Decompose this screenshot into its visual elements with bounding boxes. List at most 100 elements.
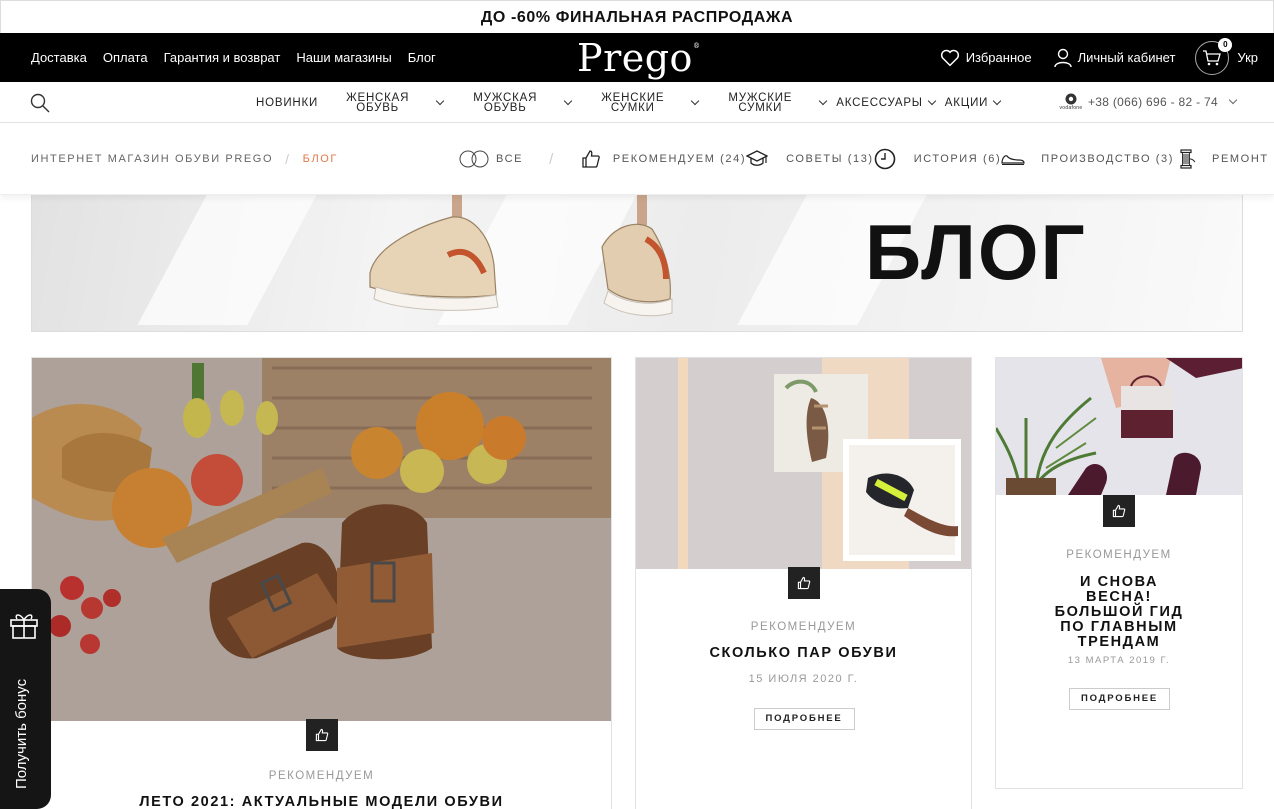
filter-separator: / bbox=[549, 150, 555, 168]
post-category[interactable]: РЕКОМЕНДУЕМ bbox=[32, 770, 611, 782]
nav-new[interactable]: НОВИНКИ bbox=[256, 97, 318, 109]
thread-spool-icon bbox=[1180, 149, 1196, 169]
like-button[interactable] bbox=[1103, 495, 1135, 527]
thumbs-up-icon bbox=[582, 150, 600, 168]
main-nav: НОВИНКИ ЖЕНСКАЯ ОБУВЬ МУЖСКАЯ ОБУВЬ ЖЕНСКИ… bbox=[0, 82, 1274, 123]
heart-icon bbox=[940, 49, 959, 66]
category-menu: НОВИНКИ ЖЕНСКАЯ ОБУВЬ МУЖСКАЯ ОБУВЬ ЖЕНСКИ… bbox=[256, 82, 1002, 123]
breadcrumb-home[interactable]: ИНТЕРНЕТ МАГАЗИН ОБУВИ PREGO bbox=[31, 153, 273, 165]
favorites-link[interactable]: Избранное bbox=[940, 49, 1032, 67]
nav-men-shoes[interactable]: МУЖСКАЯ ОБУВЬ bbox=[473, 92, 573, 114]
sandals-collage-image bbox=[636, 358, 971, 569]
filter-recommended[interactable]: РЕКОМЕНДУЕМ (24) bbox=[581, 149, 769, 169]
blog-subnav: ИНТЕРНЕТ МАГАЗИН ОБУВИ PREGO / БЛОГ ВСЕ … bbox=[0, 123, 1274, 195]
filter-history-label: ИСТОРИЯ (6) bbox=[913, 153, 1002, 165]
link-payment[interactable]: Оплата bbox=[103, 50, 148, 65]
post-category[interactable]: РЕКОМЕНДУЕМ bbox=[996, 549, 1242, 561]
blog-hero-banner: БЛОГ bbox=[31, 195, 1243, 332]
nav-accessories[interactable]: АКСЕССУАРЫ bbox=[836, 96, 937, 109]
label-line: СУМКИ bbox=[738, 101, 783, 114]
label-line: ОБУВЬ bbox=[483, 101, 527, 114]
filter-tips[interactable]: СОВЕТЫ (13) bbox=[786, 148, 896, 170]
vodafone-logo: vodafone bbox=[1058, 93, 1084, 111]
filter-all[interactable]: ВСЕ bbox=[458, 149, 523, 169]
bonus-tab[interactable]: Получить бонус bbox=[0, 589, 51, 809]
shoe-icon bbox=[1001, 155, 1025, 165]
user-icon bbox=[1053, 48, 1072, 67]
nav-men-shoes-label: МУЖСКАЯ ОБУВЬ bbox=[473, 92, 537, 114]
post-title-line: И СНОВА bbox=[1079, 574, 1159, 590]
account-label: Личный кабинет bbox=[1077, 50, 1176, 65]
operator-label: vodafone bbox=[1059, 105, 1083, 111]
post-title[interactable]: СКОЛЬКО ПАР ОБУВИ bbox=[636, 646, 971, 661]
phone-number: +38 (066) 696 - 82 - 74 bbox=[1088, 95, 1218, 109]
post-title-line: БОЛЬШОЙ ГИД bbox=[1054, 604, 1184, 620]
promo-banner[interactable]: ДО -60% ФИНАЛЬНАЯ РАСПРОДАЖА bbox=[0, 0, 1274, 33]
filter-repair[interactable]: РЕМОНТ bbox=[1212, 153, 1269, 165]
sneakers-image bbox=[369, 195, 673, 317]
logo-text: Prego bbox=[577, 36, 693, 80]
filter-all-label: ВСЕ bbox=[496, 153, 524, 165]
blog-card[interactable]: РЕКОМЕНДУЕМ СКОЛЬКО ПАР ОБУВИ 15 ИЮЛЯ 20… bbox=[635, 357, 972, 809]
breadcrumb-current: БЛОГ bbox=[302, 153, 338, 165]
nav-accessories-label: АКСЕССУАРЫ bbox=[836, 96, 923, 109]
clock-icon bbox=[874, 148, 896, 170]
filter-production-label: ПРОИЗВОДСТВО (3) bbox=[1041, 153, 1175, 165]
bonus-label: Получить бонус bbox=[13, 678, 30, 789]
top-right: Избранное Личный кабинет 0 Укр bbox=[918, 33, 1258, 82]
link-warranty[interactable]: Гарантия и возврат bbox=[164, 50, 281, 65]
favorites-label: Избранное bbox=[965, 50, 1032, 65]
filter-recommended-label: РЕКОМЕНДУЕМ (24) bbox=[612, 153, 747, 165]
nav-women-bags[interactable]: ЖЕНСКИЕ СУМКИ bbox=[601, 92, 700, 114]
read-more-button[interactable]: ПОДРОБНЕЕ bbox=[753, 708, 855, 730]
nav-women-shoes[interactable]: ЖЕНСКАЯ ОБУВЬ bbox=[346, 92, 445, 114]
filter-production[interactable]: ПРОИЗВОДСТВО (3) bbox=[1041, 148, 1196, 170]
post-image[interactable] bbox=[996, 358, 1242, 495]
post-category[interactable]: РЕКОМЕНДУЕМ bbox=[636, 621, 971, 633]
chevron-down-icon bbox=[992, 96, 1002, 105]
cart-icon bbox=[1203, 49, 1222, 65]
cart-button[interactable]: 0 bbox=[1195, 37, 1233, 75]
post-title[interactable]: ЛЕТО 2021: АКТУАЛЬНЫЕ МОДЕЛИ ОБУВИ bbox=[32, 795, 611, 809]
thumbs-up-icon bbox=[315, 728, 328, 742]
thumbs-up-icon bbox=[1112, 504, 1126, 518]
read-more-button[interactable]: ПОДРОБНЕЕ bbox=[1069, 688, 1170, 710]
post-title-line: ТРЕНДАМ bbox=[1077, 634, 1161, 650]
post-date: 13 МАРТА 2019 Г. bbox=[1067, 655, 1171, 666]
vodafone-icon bbox=[1065, 93, 1077, 105]
post-date: 15 ИЮЛЯ 2020 Г. bbox=[748, 673, 859, 685]
breadcrumb-separator: / bbox=[285, 151, 291, 167]
logo[interactable]: Prego® bbox=[577, 36, 700, 80]
nav-sales[interactable]: АКЦИИ bbox=[944, 96, 1002, 109]
label-line: СУМКИ bbox=[610, 101, 655, 114]
link-blog[interactable]: Блог bbox=[408, 50, 436, 65]
chevron-down-icon bbox=[691, 96, 700, 105]
blog-filters: ВСЕ / РЕКОМЕНДУЕМ (24) СОВЕТЫ (13) ИСТОР… bbox=[458, 123, 1269, 195]
post-image[interactable] bbox=[32, 358, 611, 721]
filter-history[interactable]: ИСТОРИЯ (6) bbox=[914, 152, 1026, 166]
nav-men-bags[interactable]: МУЖСКИЕ СУМКИ bbox=[728, 92, 828, 114]
post-title-line: ВЕСНА! bbox=[1086, 589, 1152, 605]
link-stores[interactable]: Наши магазины bbox=[296, 50, 391, 65]
account-link[interactable]: Личный кабинет bbox=[1053, 48, 1176, 68]
post-title[interactable]: И СНОВА ВЕСНА! БОЛЬШОЙ ГИД ПО ГЛАВНЫМ ТР… bbox=[996, 575, 1242, 650]
nav-women-shoes-label: ЖЕНСКАЯ ОБУВЬ bbox=[346, 92, 409, 114]
registered-mark: ® bbox=[692, 42, 701, 50]
post-image[interactable] bbox=[636, 358, 971, 569]
like-button[interactable] bbox=[305, 719, 338, 751]
language-switch[interactable]: Укр bbox=[1237, 50, 1258, 65]
chevron-down-icon bbox=[1228, 95, 1238, 105]
search-icon[interactable] bbox=[30, 93, 50, 113]
phone-block[interactable]: vodafone +38 (066) 696 - 82 - 74 bbox=[1058, 93, 1238, 111]
top-bar: Доставка Оплата Гарантия и возврат Наши … bbox=[0, 33, 1274, 82]
chevron-down-icon bbox=[563, 96, 573, 105]
link-delivery[interactable]: Доставка bbox=[31, 50, 87, 65]
nav-men-bags-label: МУЖСКИЕ СУМКИ bbox=[728, 92, 792, 114]
graduation-cap-icon bbox=[746, 150, 769, 166]
blog-card[interactable]: РЕКОМЕНДУЕМ И СНОВА ВЕСНА! БОЛЬШОЙ ГИД П… bbox=[995, 357, 1243, 789]
blog-card[interactable]: РЕКОМЕНДУЕМ ЛЕТО 2021: АКТУАЛЬНЫЕ МОДЕЛИ… bbox=[31, 357, 612, 809]
nav-sales-label: АКЦИИ bbox=[944, 96, 989, 109]
chevron-down-icon bbox=[436, 96, 445, 105]
like-button[interactable] bbox=[787, 567, 820, 599]
chevron-down-icon bbox=[819, 96, 828, 105]
